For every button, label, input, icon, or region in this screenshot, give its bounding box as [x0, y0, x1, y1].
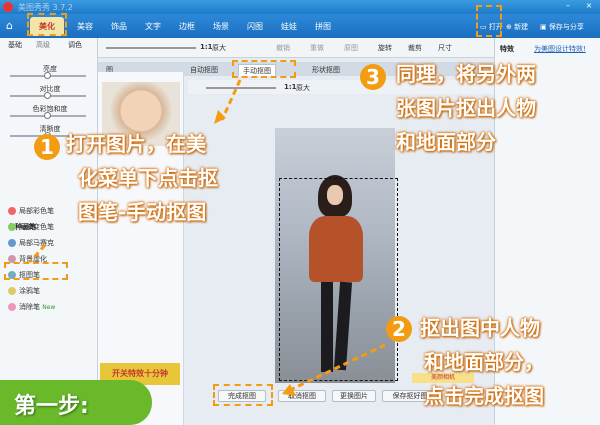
- step-1-badge: 1: [34, 134, 60, 160]
- step-label-banner: 第一步:: [0, 380, 152, 425]
- arrow-to-manual-cutout: [220, 79, 242, 121]
- step-label: 第一步:: [14, 394, 89, 419]
- step-2-line-3: 点击完成抠图: [424, 384, 544, 408]
- step-2-badge: 2: [386, 316, 412, 342]
- arrow-to-cutout-brush: [28, 244, 47, 263]
- step-2-line-2: 和地面部分，: [424, 350, 544, 374]
- step-3-line-3: 和地面部分: [396, 130, 496, 154]
- step-1-line-1: 打开图片，在美: [66, 132, 206, 156]
- step-3-badge: 3: [360, 64, 386, 90]
- step-1-line-2: 化菜单下点击抠: [78, 166, 218, 190]
- arrow-head: [282, 384, 296, 396]
- step-3-line-2: 张图片抠出人物: [396, 96, 536, 120]
- step-3-line-1: 同理，将另外两: [396, 62, 536, 86]
- arrow-to-finish-button: [289, 343, 386, 392]
- step-2-line-1: 抠出图中人物: [420, 316, 540, 340]
- step-1-line-3: 图笔-手动抠图: [78, 200, 207, 224]
